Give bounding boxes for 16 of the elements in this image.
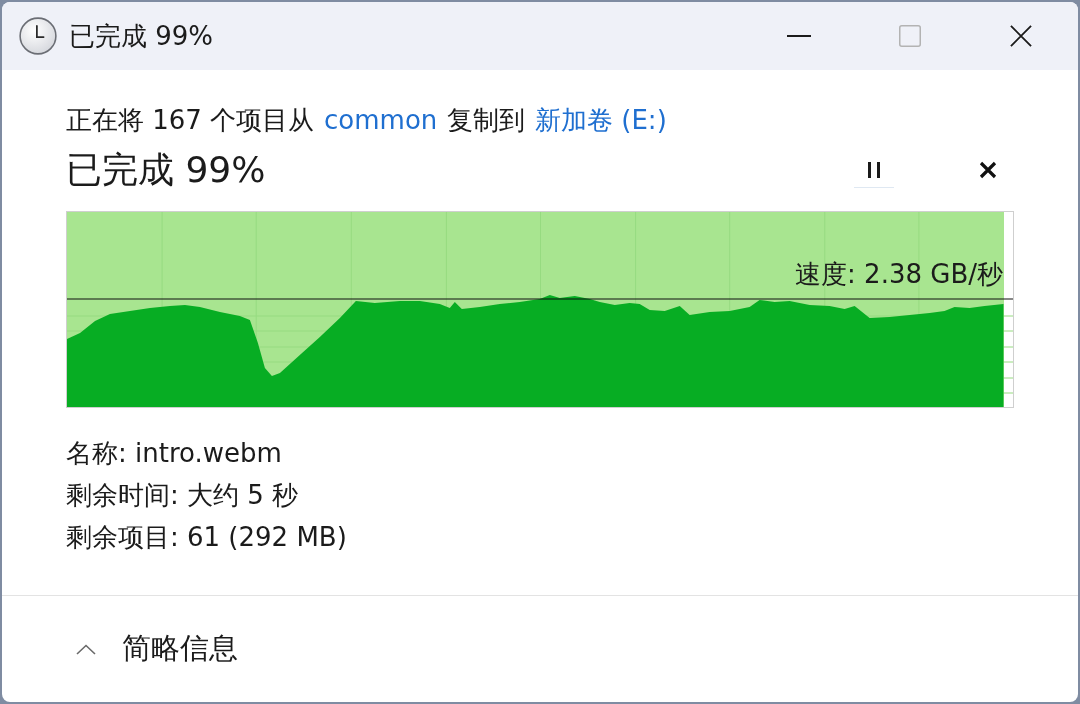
maximize-icon (898, 25, 921, 47)
detail-text: 剩余项目: 61 (292 MB) (66, 521, 347, 554)
details-toggle[interactable]: 简略信息 (76, 629, 238, 669)
location-link[interactable]: common (324, 105, 438, 135)
clock-icon (19, 17, 57, 55)
window-title: 已完成 99% (69, 19, 214, 53)
close-icon (979, 161, 997, 179)
pause-icon (868, 161, 880, 178)
close-icon (1009, 25, 1032, 47)
minimize-icon (786, 35, 811, 37)
detail-text: 名称: intro.webm (66, 437, 282, 470)
location-link[interactable]: 新加卷 (E:) (535, 105, 667, 135)
speed-label: 速度: 2.38 GB/秒 (795, 258, 1003, 290)
copy-description: 正在将 167 个项目从 common 复制到 新加卷 (E:) (66, 104, 667, 136)
detail-text: 剩余时间: 大约 5 秒 (66, 479, 299, 512)
progress-status: 已完成 99% (66, 149, 266, 191)
